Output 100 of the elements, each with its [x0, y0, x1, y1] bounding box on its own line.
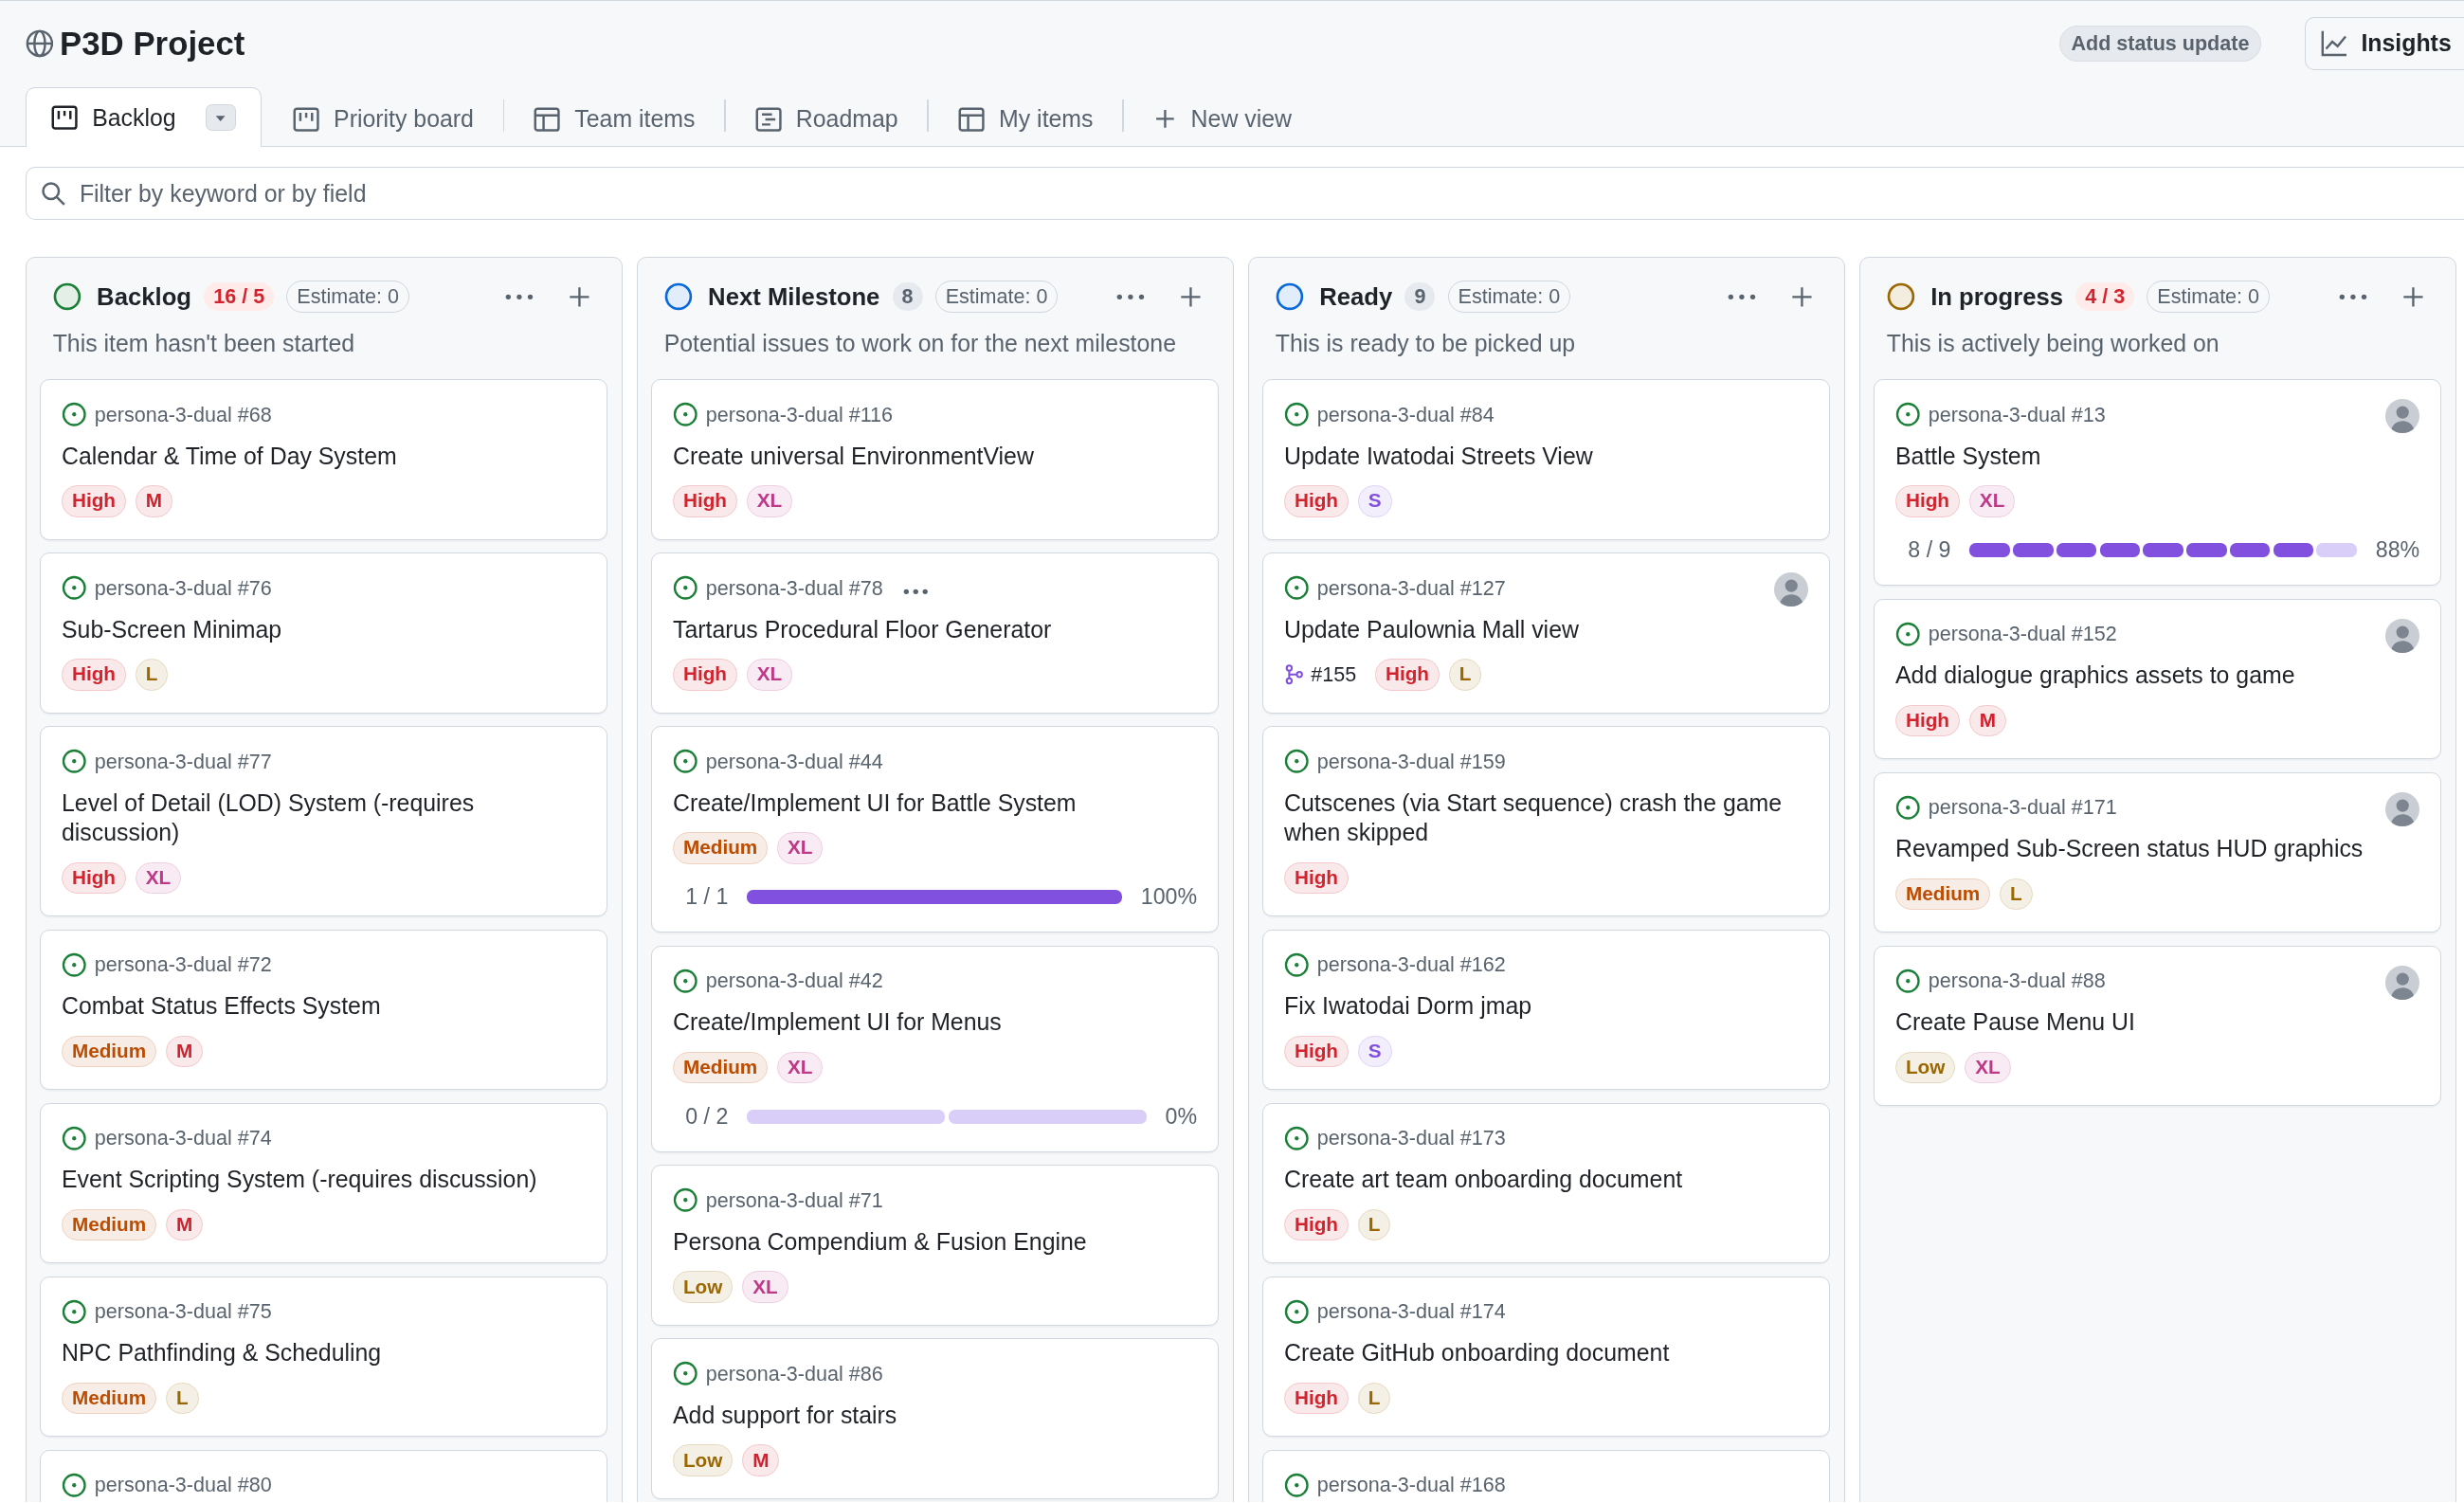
issue-reference[interactable]: persona-3-dual #168	[1316, 1473, 1506, 1498]
issue-card[interactable]: persona-3-dual #84 Update Iwatodai Streets View High S	[1262, 379, 1830, 540]
issue-label[interactable]: XL	[742, 1271, 788, 1303]
issue-label[interactable]: High	[1375, 659, 1440, 691]
issue-card[interactable]: persona-3-dual #171 Revamped Sub-Screen status HUD graphics Medium L	[1874, 771, 2441, 933]
issue-label[interactable]: High	[1284, 1208, 1349, 1241]
issue-card[interactable]: persona-3-dual #44 Create/Implement UI for Battle System Medium XL 1 / 1 100%	[651, 726, 1219, 933]
issue-title[interactable]: Persona Compendium & Fusion Engine	[673, 1226, 1198, 1258]
issue-label[interactable]: L	[166, 1382, 199, 1415]
issue-card[interactable]: persona-3-dual #78 Tartarus Procedural Floor Generator High XL	[651, 552, 1219, 714]
issue-reference[interactable]: persona-3-dual #72	[94, 952, 272, 978]
issue-title[interactable]: Level of Detail (LOD) System (-requires discussion)	[62, 788, 587, 848]
issue-card[interactable]: persona-3-dual #72 Combat Status Effects System Medium M	[40, 929, 607, 1091]
issue-label[interactable]: Low	[673, 1271, 734, 1303]
issue-label[interactable]: High	[62, 861, 126, 895]
issue-label[interactable]: XL	[746, 659, 793, 691]
issue-label[interactable]: High	[1284, 1382, 1349, 1415]
avatar[interactable]	[2384, 965, 2420, 1000]
issue-reference[interactable]: persona-3-dual #77	[94, 749, 272, 774]
issue-label[interactable]: Low	[673, 1444, 734, 1476]
issue-card[interactable]: persona-3-dual #86 Add support for stairs Low M	[651, 1338, 1219, 1499]
view-tab[interactable]: Team items	[516, 90, 712, 148]
avatar[interactable]	[2384, 618, 2420, 653]
issue-card[interactable]: persona-3-dual #77 Level of Detail (LOD) System (-requires discussion) High XL	[40, 726, 607, 917]
issue-reference[interactable]: persona-3-dual #162	[1316, 952, 1506, 978]
issue-label[interactable]: Medium	[673, 1051, 769, 1084]
issue-reference[interactable]: persona-3-dual #127	[1316, 575, 1506, 601]
avatar[interactable]	[1773, 571, 1809, 607]
issue-title[interactable]: Tartarus Procedural Floor Generator	[673, 614, 1198, 645]
issue-card[interactable]: persona-3-dual #127 Update Paulownia Mall view #155 High L	[1262, 552, 1830, 714]
issue-title[interactable]: Create/Implement UI for Menus	[673, 1007, 1198, 1038]
issue-card[interactable]: persona-3-dual #159 Cutscenes (via Start sequence) crash the game when skipped High	[1262, 726, 1830, 917]
issue-title[interactable]: Create GitHub onboarding document	[1284, 1338, 1809, 1368]
issue-title[interactable]: Create art team onboarding document	[1284, 1165, 1809, 1195]
issue-label[interactable]: Low	[1895, 1051, 1956, 1084]
filter-field[interactable]: Filter by keyword or by field	[25, 167, 2464, 221]
issue-reference[interactable]: persona-3-dual #116	[705, 402, 894, 427]
issue-title[interactable]: Sub-Screen Minimap	[62, 614, 587, 645]
issue-reference[interactable]: persona-3-dual #76	[94, 575, 272, 601]
issue-reference[interactable]: persona-3-dual #74	[94, 1126, 272, 1151]
issue-title[interactable]: NPC Pathfinding & Scheduling	[62, 1338, 587, 1368]
avatar[interactable]	[2384, 791, 2420, 826]
issue-label[interactable]: M	[1968, 704, 2006, 737]
issue-reference[interactable]: persona-3-dual #174	[1316, 1299, 1506, 1325]
issue-label[interactable]: XL	[135, 861, 182, 895]
issue-label[interactable]: L	[135, 659, 169, 691]
issue-label[interactable]: XL	[746, 485, 793, 517]
issue-card[interactable]: persona-3-dual #162 Fix Iwatodai Dorm jmap High S	[1262, 929, 1830, 1091]
issue-label[interactable]: High	[1895, 485, 1960, 517]
issue-label[interactable]: High	[673, 659, 737, 691]
avatar[interactable]	[2384, 398, 2420, 434]
view-tab[interactable]: Roadmap	[738, 90, 915, 148]
issue-label[interactable]: High	[1284, 861, 1349, 895]
issue-reference[interactable]: persona-3-dual #152	[1928, 622, 2117, 647]
issue-title[interactable]: Calendar & Time of Day System	[62, 441, 587, 472]
issue-reference[interactable]: persona-3-dual #80	[94, 1473, 272, 1498]
issue-title[interactable]: Add support for stairs	[673, 1400, 1198, 1431]
issue-label[interactable]: XL	[777, 1051, 824, 1084]
issue-label[interactable]: L	[1357, 1208, 1391, 1241]
issue-label[interactable]: Medium	[62, 1208, 157, 1241]
issue-card[interactable]: persona-3-dual #116 Create universal EnvironmentView High XL	[651, 379, 1219, 540]
issue-title[interactable]: Revamped Sub-Screen status HUD graphics	[1895, 834, 2373, 864]
issue-title[interactable]: Combat Status Effects System	[62, 991, 587, 1022]
issue-label[interactable]: M	[166, 1208, 204, 1241]
issue-reference[interactable]: persona-3-dual #44	[705, 749, 883, 774]
view-tab[interactable]: New view	[1136, 90, 1309, 148]
issue-reference[interactable]: persona-3-dual #88	[1928, 969, 2106, 994]
issue-reference[interactable]: persona-3-dual #42	[705, 969, 883, 994]
issue-label[interactable]: S	[1357, 1035, 1392, 1068]
issue-reference[interactable]: persona-3-dual #78	[705, 575, 883, 601]
issue-reference[interactable]: persona-3-dual #171	[1928, 795, 2117, 821]
linked-pull-request[interactable]: #155	[1284, 661, 1357, 687]
issue-label[interactable]: Medium	[62, 1382, 157, 1415]
issue-card[interactable]: persona-3-dual #13 Battle System High XL 8 / 9 88%	[1874, 379, 2441, 587]
issue-card[interactable]: persona-3-dual #74 Event Scripting System (-requires discussion) Medium M	[40, 1102, 607, 1264]
view-tab[interactable]: Priority board	[276, 90, 491, 148]
issue-label[interactable]: L	[2000, 878, 2033, 911]
dropdown-button[interactable]	[206, 103, 236, 132]
issue-label[interactable]: M	[166, 1035, 204, 1068]
issue-card[interactable]: persona-3-dual #68 Calendar & Time of Day System High M	[40, 379, 607, 540]
issue-reference[interactable]: persona-3-dual #159	[1316, 749, 1506, 774]
issue-reference[interactable]: persona-3-dual #68	[94, 402, 272, 427]
issue-reference[interactable]: persona-3-dual #86	[705, 1361, 883, 1386]
issue-card[interactable]: persona-3-dual #173 Create art team onboarding document High L	[1262, 1102, 1830, 1264]
issue-card[interactable]: persona-3-dual #71 Persona Compendium & Fusion Engine Low XL	[651, 1165, 1219, 1326]
issue-label[interactable]: M	[742, 1444, 780, 1476]
issue-label[interactable]: L	[1357, 1382, 1391, 1415]
issue-label[interactable]: Medium	[673, 832, 769, 864]
view-tab[interactable]: My items	[941, 90, 1111, 148]
issue-reference[interactable]: persona-3-dual #75	[94, 1299, 272, 1325]
issue-label[interactable]: High	[1284, 1035, 1349, 1068]
issue-label[interactable]: High	[1895, 704, 1960, 737]
issue-label[interactable]: XL	[1965, 1051, 2011, 1084]
issue-reference[interactable]: persona-3-dual #173	[1316, 1126, 1506, 1151]
issue-card[interactable]: persona-3-dual #152 Add dialogue graphics assets to game High M	[1874, 598, 2441, 760]
issue-title[interactable]: Create Pause Menu UI	[1895, 1007, 2373, 1038]
issue-title[interactable]: Add dialogue graphics assets to game	[1895, 661, 2373, 691]
issue-label[interactable]: Medium	[62, 1035, 157, 1068]
issue-title[interactable]: Event Scripting System (-requires discussion)	[62, 1165, 587, 1195]
issue-reference[interactable]: persona-3-dual #71	[705, 1187, 883, 1213]
